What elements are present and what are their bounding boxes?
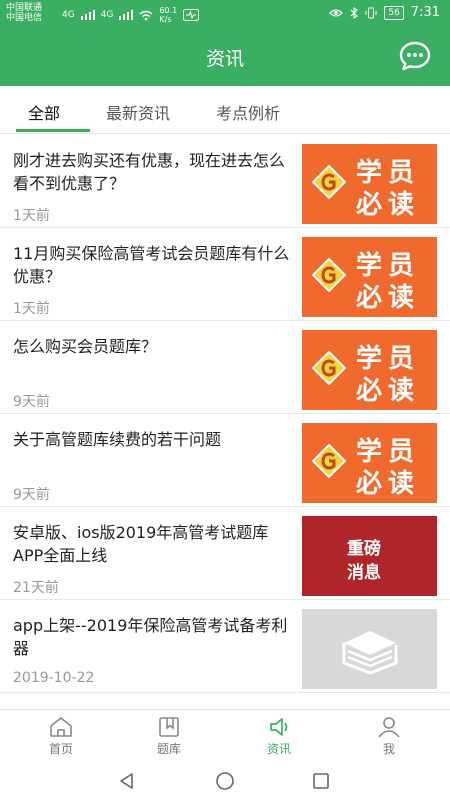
clock: 7:31	[410, 5, 440, 20]
app-bar: 资讯	[0, 28, 450, 86]
news-item[interactable]: app上架--2019年保险高管考试备考利器 2019-10-22	[0, 600, 450, 693]
app-logo-icon	[312, 444, 346, 478]
nav-label: 题库	[156, 742, 181, 756]
bluetooth-icon	[350, 6, 359, 19]
back-triangle-icon[interactable]	[117, 771, 137, 791]
nav-label: 首页	[48, 742, 73, 756]
app-logo-icon	[312, 351, 346, 385]
thumb-text-line1: 重磅	[347, 539, 381, 559]
news-title: 11月购买保险高管考试会员题库有什么优惠？	[13, 244, 290, 286]
thumb-text-line2: 必读	[356, 283, 421, 313]
news-thumbnail	[302, 609, 437, 689]
active-tab-indicator	[16, 129, 90, 132]
news-title: 怎么购买会员题库？	[13, 337, 158, 356]
nav-profile[interactable]: 我	[333, 710, 445, 762]
news-date: 1天前	[13, 208, 50, 224]
status-bar: 中国联通 中国电信 4G 4G 60.1 K/s 56 7:31	[0, 0, 450, 28]
book-stack-icon	[342, 631, 398, 675]
news-date: 1天前	[13, 301, 50, 317]
news-title: 安卓版、ios版2019年高管考试题库APP全面上线	[13, 523, 269, 565]
system-navigation-bar	[0, 761, 450, 800]
nav-question-bank[interactable]: 题库	[113, 710, 225, 762]
battery-indicator: 56	[384, 5, 404, 20]
vibrate-icon	[365, 7, 377, 18]
news-thumbnail: 学员 必读	[302, 237, 437, 317]
wifi-icon	[139, 10, 153, 20]
tab-all[interactable]: 全部	[28, 100, 60, 124]
news-thumbnail: 学员 必读	[302, 330, 437, 410]
bookmark-book-icon	[159, 717, 179, 737]
tab-exam-analysis[interactable]: 考点例析	[216, 100, 280, 124]
news-date: 2019-10-22	[13, 670, 95, 686]
nav-news[interactable]: 资讯	[223, 710, 335, 762]
news-date: 9天前	[13, 394, 50, 410]
carrier-2: 中国电信	[6, 13, 43, 23]
carrier-1: 中国联通	[6, 3, 43, 13]
app-logo-icon	[312, 258, 346, 292]
news-item[interactable]: 安卓版、ios版2019年高管考试题库APP全面上线 21天前 重磅 消息	[0, 507, 450, 600]
news-thumbnail: 学员 必读	[302, 144, 437, 224]
nav-label: 我	[382, 742, 395, 756]
nav-home[interactable]: 首页	[5, 710, 117, 762]
news-title: 关于高管题库续费的若干问题	[13, 430, 222, 449]
status-right: 56 7:31	[329, 5, 440, 20]
app-logo-icon	[312, 165, 346, 199]
news-item[interactable]: 刚才进去购买还有优惠，现在进去怎么看不到优惠了？ 1天前 学员 必读	[0, 135, 450, 228]
thumb-text-line2: 必读	[356, 469, 421, 499]
thumb-text-line2: 必读	[356, 376, 421, 406]
carrier-info: 中国联通 中国电信	[6, 3, 42, 23]
chat-bubble-icon	[399, 41, 431, 71]
speaker-icon	[270, 718, 288, 736]
signal-icon	[80, 10, 95, 20]
network-type-1: 4G	[62, 10, 75, 20]
user-icon	[378, 717, 400, 738]
category-tabs: 全部 最新资讯 考点例析	[0, 86, 450, 134]
home-circle-icon[interactable]	[215, 771, 235, 791]
eye-icon	[329, 8, 344, 17]
news-item[interactable]: 11月购买保险高管考试会员题库有什么优惠？ 1天前 学员 必读	[0, 228, 450, 321]
news-list[interactable]: 刚才进去购买还有优惠，现在进去怎么看不到优惠了？ 1天前 学员 必读 11月购买…	[0, 135, 450, 709]
tab-latest-news[interactable]: 最新资讯	[106, 100, 170, 124]
news-title: 刚才进去购买还有优惠，现在进去怎么看不到优惠了？	[13, 151, 286, 193]
page-title: 资讯	[205, 48, 244, 70]
signal-icon	[119, 10, 134, 20]
speed-unit: K/s	[159, 15, 172, 24]
news-item[interactable]: 怎么购买会员题库？ 9天前 学员 必读	[0, 321, 450, 414]
news-title: app上架--2019年保险高管考试备考利器	[13, 616, 288, 658]
chat-button[interactable]	[398, 39, 432, 73]
news-date: 9天前	[13, 487, 50, 503]
network-indicators: 4G 4G 60.1 K/s	[62, 6, 200, 24]
network-type-2: 4G	[100, 10, 114, 20]
recents-square-icon[interactable]	[311, 771, 331, 791]
speed-value: 60.1	[159, 6, 178, 15]
news-item[interactable]: 关于高管题库续费的若干问题 9天前 学员 必读	[0, 414, 450, 507]
home-icon	[50, 717, 72, 737]
network-speed: 60.1 K/s	[159, 6, 177, 24]
nav-label: 资讯	[266, 742, 291, 756]
bottom-navigation: 首页 题库 资讯 我	[0, 709, 450, 761]
health-app-icon	[183, 9, 200, 21]
thumb-text-line2: 必读	[356, 190, 421, 220]
news-thumbnail: 学员 必读	[302, 423, 437, 503]
news-date: 21天前	[13, 580, 59, 596]
news-thumbnail: 重磅 消息	[302, 516, 437, 596]
thumb-text-line2: 消息	[347, 563, 381, 583]
